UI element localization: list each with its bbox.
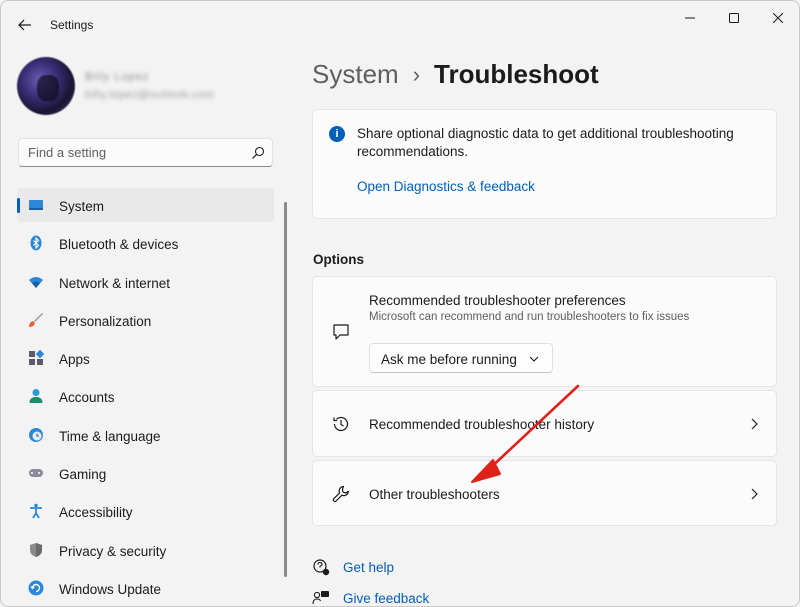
sidebar-item-label: Bluetooth & devices	[59, 237, 179, 253]
profile-email: billy.lopez@outlook.com	[85, 89, 215, 101]
sidebar-item-label: Accessibility	[59, 505, 133, 521]
title-bar: Settings	[1, 1, 799, 49]
get-help-link[interactable]: Get help	[343, 560, 394, 575]
history-label: Recommended troubleshooter history	[369, 417, 595, 432]
close-icon	[773, 13, 783, 23]
monitor-icon	[29, 200, 43, 210]
preferences-dropdown[interactable]: Ask me before running	[369, 343, 553, 373]
profile-name: Billy Lopez	[85, 71, 150, 83]
sidebar-item-windows-update[interactable]: Windows Update	[17, 571, 274, 605]
sidebar-item-system[interactable]: System	[17, 188, 274, 222]
chevron-right-icon	[751, 418, 758, 430]
sidebar-item-time-language[interactable]: Time & language	[17, 418, 274, 452]
page-title: Troubleshoot	[434, 59, 599, 89]
wifi-icon	[29, 276, 43, 288]
sidebar-item-label: Apps	[59, 352, 90, 368]
sidebar-item-accessibility[interactable]: Accessibility	[17, 494, 274, 528]
search-icon[interactable]	[250, 145, 266, 161]
troubleshooter-history-row[interactable]: Recommended troubleshooter history	[312, 390, 777, 457]
settings-window: Settings Billy Lopez billy.lopez@outlook…	[0, 0, 800, 607]
sidebar-item-label: Time & language	[59, 428, 161, 444]
app-title: Settings	[50, 18, 94, 32]
sidebar-item-label: Gaming	[59, 467, 107, 483]
give-feedback-link[interactable]: Give feedback	[343, 591, 429, 606]
feedback-icon	[312, 591, 329, 605]
message-icon	[333, 324, 349, 340]
back-button[interactable]	[13, 13, 37, 37]
breadcrumb: System › Troubleshoot	[312, 59, 599, 90]
breadcrumb-separator: ›	[412, 61, 421, 87]
search-input[interactable]	[19, 139, 244, 166]
wrench-icon	[332, 485, 349, 503]
help-icon	[313, 559, 330, 576]
sidebar-item-network[interactable]: Network & internet	[17, 265, 274, 299]
options-section-label: Options	[313, 252, 364, 267]
sidebar-scrollbar[interactable]	[284, 202, 287, 577]
diagnostic-info-card: i Share optional diagnostic data to get …	[312, 109, 777, 219]
paintbrush-icon	[29, 312, 43, 327]
history-icon	[333, 416, 349, 432]
shield-icon	[30, 542, 42, 557]
arrow-left-icon	[18, 19, 31, 31]
sidebar-item-label: Network & internet	[59, 275, 171, 291]
bluetooth-icon	[30, 235, 42, 251]
person-icon	[29, 389, 43, 404]
chevron-down-icon	[529, 356, 539, 362]
avatar[interactable]	[17, 57, 75, 115]
sidebar-nav: System Bluetooth & devices Network & int…	[17, 188, 274, 606]
info-icon: i	[329, 126, 345, 142]
sidebar-item-label: Privacy & security	[59, 543, 167, 559]
preferences-title: Recommended troubleshooter preferences	[369, 293, 626, 308]
maximize-button[interactable]	[719, 7, 749, 29]
close-button[interactable]	[763, 7, 793, 29]
minimize-icon	[685, 17, 695, 19]
apps-icon	[29, 350, 44, 366]
update-icon	[28, 580, 44, 596]
maximize-icon	[729, 13, 739, 23]
sidebar-item-gaming[interactable]: Gaming	[17, 456, 274, 490]
sidebar-item-label: Windows Update	[59, 581, 162, 597]
sidebar-item-label: Accounts	[59, 390, 115, 406]
search-box[interactable]	[18, 138, 273, 167]
sidebar-item-label: Personalization	[59, 313, 152, 329]
accessibility-icon	[30, 504, 42, 519]
open-diagnostics-link[interactable]: Open Diagnostics & feedback	[357, 179, 535, 194]
other-troubleshooters-row[interactable]: Other troubleshooters	[312, 460, 777, 526]
sidebar-item-accounts[interactable]: Accounts	[17, 379, 274, 413]
globe-clock-icon	[29, 427, 43, 442]
breadcrumb-parent[interactable]: System	[312, 59, 399, 90]
sidebar-item-personalization[interactable]: Personalization	[17, 303, 274, 337]
minimize-button[interactable]	[675, 7, 705, 29]
chevron-right-icon	[751, 488, 758, 500]
dropdown-selected-value: Ask me before running	[381, 352, 517, 367]
sidebar-item-apps[interactable]: Apps	[17, 341, 274, 375]
preferences-description: Microsoft can recommend and run troubles…	[369, 311, 690, 323]
troubleshooter-preferences-card: Recommended troubleshooter preferences M…	[312, 276, 777, 387]
info-text: Share optional diagnostic data to get ad…	[357, 126, 734, 159]
other-troubleshooters-label: Other troubleshooters	[369, 487, 500, 502]
gamepad-icon	[29, 469, 43, 478]
sidebar-item-bluetooth[interactable]: Bluetooth & devices	[17, 226, 274, 260]
sidebar-item-privacy-security[interactable]: Privacy & security	[17, 533, 274, 567]
sidebar-item-label: System	[59, 199, 105, 214]
